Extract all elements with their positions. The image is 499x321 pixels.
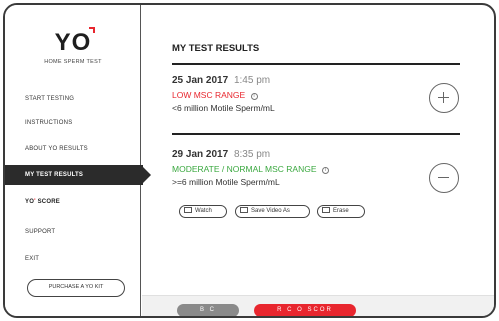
yo-score-label: SCORE xyxy=(37,199,60,205)
trash-icon xyxy=(322,207,330,213)
sidebar-item-yo-score[interactable]: YOʹ SCORE xyxy=(25,192,141,212)
result-time: 8:35 pm xyxy=(233,149,271,160)
sidebar-item-about-yo-results[interactable]: ABOUT YO RESULTS xyxy=(25,139,141,159)
logo-check-icon xyxy=(89,27,96,33)
page-title: MY TEST RESULTS xyxy=(172,43,260,54)
result-date-text: 29 Jan 2017 xyxy=(172,149,229,160)
result-range-normal: MODERATE / NORMAL MSC RANGE i xyxy=(172,164,472,174)
info-icon[interactable]: i xyxy=(321,167,329,174)
result-description: <6 million Motile Sperm/mL xyxy=(172,103,275,113)
result-description: >=6 million Motile Sperm/mL xyxy=(172,177,280,187)
yo-check-icon: ʹ xyxy=(34,199,36,205)
purchase-kit-button[interactable]: PURCHASE A YO KIT xyxy=(27,279,125,297)
app-frame: YO HOME SPERM TEST START TESTING INSTRUC… xyxy=(3,3,496,318)
expand-result-button[interactable] xyxy=(429,83,459,113)
result-date: 29 Jan 2017 8:35 pm xyxy=(172,149,472,160)
sidebar-item-instructions[interactable]: INSTRUCTIONS xyxy=(25,113,141,133)
yo-score-button[interactable]: R C O SCOR xyxy=(254,304,356,316)
yo-score-prefix: YO xyxy=(25,199,35,205)
sidebar-item-support[interactable]: SUPPORT xyxy=(25,222,141,242)
info-icon[interactable]: i xyxy=(250,93,258,100)
save-video-label: Save Video As xyxy=(251,208,290,214)
result-item-2: 29 Jan 2017 8:35 pm MODERATE / NORMAL MS… xyxy=(172,149,472,187)
result-range-text: MODERATE / NORMAL MSC RANGE xyxy=(172,164,317,174)
logo: YO HOME SPERM TEST xyxy=(5,27,141,65)
result-date-text: 25 Jan 2017 xyxy=(172,75,229,86)
sidebar-item-exit[interactable]: EXIT xyxy=(25,249,141,269)
watch-button[interactable]: Watch xyxy=(179,205,227,218)
erase-label: Erase xyxy=(333,208,349,214)
logo-mark: YO xyxy=(54,27,96,57)
bottom-bar: B C R C O SCOR xyxy=(142,295,494,316)
save-video-button[interactable]: Save Video As xyxy=(235,205,310,218)
save-icon xyxy=(240,207,248,213)
result-item-1: 25 Jan 2017 1:45 pm LOW MSC RANGE i <6 m… xyxy=(172,75,472,113)
logo-text: YO xyxy=(54,29,92,56)
result-time: 1:45 pm xyxy=(233,75,271,86)
video-icon xyxy=(184,207,192,213)
result-range-text: LOW MSC RANGE xyxy=(172,90,246,100)
sidebar-item-my-test-results[interactable]: MY TEST RESULTS xyxy=(5,165,151,185)
sidebar: YO HOME SPERM TEST START TESTING INSTRUC… xyxy=(5,5,151,316)
main-panel: MY TEST RESULTS 25 Jan 2017 1:45 pm LOW … xyxy=(142,5,494,316)
title-divider xyxy=(172,63,460,65)
result-date: 25 Jan 2017 1:45 pm xyxy=(172,75,472,86)
result-divider xyxy=(172,133,460,135)
back-button[interactable]: B C xyxy=(177,304,239,316)
sidebar-item-start-testing[interactable]: START TESTING xyxy=(25,89,141,109)
erase-button[interactable]: Erase xyxy=(317,205,365,218)
logo-tagline: HOME SPERM TEST xyxy=(44,59,102,65)
collapse-result-button[interactable] xyxy=(429,163,459,193)
watch-label: Watch xyxy=(195,208,212,214)
result-range-low: LOW MSC RANGE i xyxy=(172,90,472,100)
